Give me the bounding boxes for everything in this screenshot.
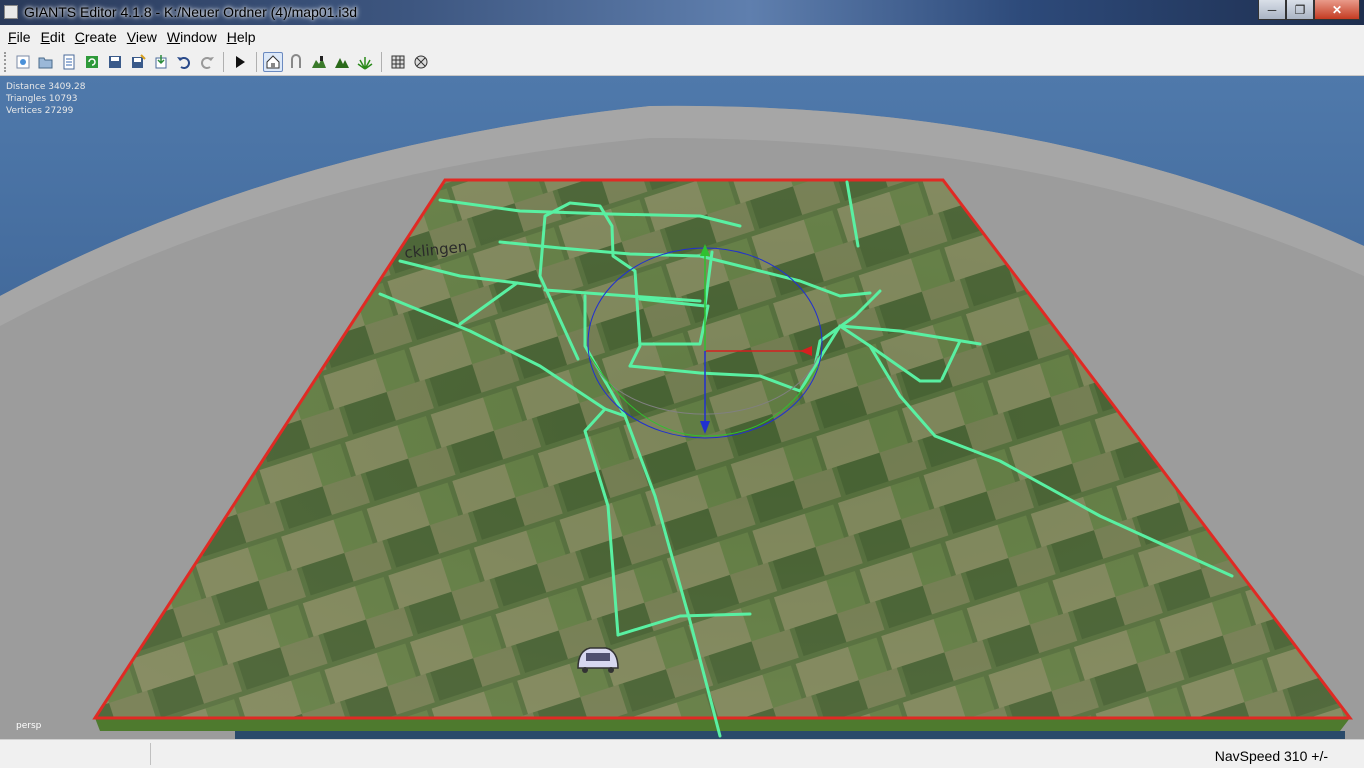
close-button[interactable]: ✕ (1314, 0, 1360, 20)
save-as-icon (132, 53, 146, 68)
camera-label: persp (16, 721, 42, 731)
menu-view-mnemonic: V (126, 28, 136, 45)
new-scene-button[interactable] (13, 52, 33, 72)
scene-render[interactable]: cklingen (0, 76, 1364, 739)
menu-bar: File Edit Create View Window Help (0, 25, 1364, 48)
minimize-button[interactable]: ─ (1258, 0, 1286, 20)
grid-icon (391, 55, 405, 68)
menu-file[interactable]: File (3, 29, 36, 45)
redo-icon (201, 56, 214, 69)
grid-button[interactable] (388, 52, 408, 72)
menu-create-mnemonic: C (74, 28, 85, 45)
minimize-icon: ─ (1267, 2, 1277, 17)
menu-create[interactable]: Create (70, 29, 122, 45)
snap-button[interactable] (411, 52, 431, 72)
undo-icon (177, 56, 190, 69)
toolbar-separator (256, 51, 257, 72)
toolbar-separator (381, 51, 382, 72)
triangles-stat: Triangles 10793 (6, 94, 78, 104)
properties-icon (63, 54, 75, 69)
menu-file-mnemonic: F (8, 28, 17, 45)
menu-help-label: elp (236, 28, 256, 45)
redo-button[interactable] (197, 52, 217, 72)
foliage-paint-icon (335, 57, 349, 68)
menu-edit[interactable]: Edit (36, 29, 70, 45)
menu-window-label: indow (180, 28, 217, 45)
3d-viewport[interactable]: cklingen Distance 3409.28 Triangles 1079… (0, 76, 1364, 739)
select-mode-button[interactable] (263, 51, 283, 72)
viewport-stats: Distance 3409.28 Triangles 10793 Vertice… (6, 81, 85, 117)
terrain-paint-icon (312, 55, 326, 68)
open-icon (38, 57, 53, 68)
play-icon (236, 55, 245, 68)
menu-help-mnemonic: H (226, 28, 237, 45)
maximize-button[interactable]: ❐ (1286, 0, 1314, 20)
import-icon (155, 54, 167, 68)
save-as-button[interactable] (128, 52, 148, 72)
open-button[interactable] (36, 52, 56, 72)
import-button[interactable] (151, 52, 171, 72)
menu-window[interactable]: Window (162, 29, 222, 45)
grass-paint-icon (357, 56, 373, 70)
app-icon (4, 5, 18, 19)
vertices-stat: Vertices 27299 (6, 106, 74, 116)
save-icon (109, 55, 121, 68)
toolbar-grip[interactable] (4, 51, 8, 72)
select-mode-icon (266, 54, 280, 68)
menu-create-label: reate (84, 28, 117, 45)
terrain-sculpt-icon (291, 53, 301, 68)
save-button[interactable] (105, 52, 125, 72)
window-controls: ─ ❐ ✕ (1258, 0, 1360, 21)
menu-file-label: ile (16, 28, 31, 45)
toolbar (0, 48, 1364, 76)
terrain-paint-button[interactable] (309, 52, 329, 72)
status-bar: NavSpeed 310 +/- (0, 739, 1364, 768)
navspeed-indicator: NavSpeed 310 +/- (1214, 748, 1328, 764)
toolbar-separator (223, 51, 224, 72)
terrain-bottom-edge (235, 731, 1345, 739)
menu-view-label: iew (135, 28, 157, 45)
undo-button[interactable] (174, 52, 194, 72)
window-title: GIANTS Editor 4.1.8 - K:/Neuer Ordner (4… (24, 4, 358, 20)
new-scene-icon (16, 55, 30, 68)
menu-window-mnemonic: W (166, 28, 181, 45)
menu-edit-label: dit (49, 28, 65, 45)
restore-icon: ❐ (1294, 2, 1306, 17)
properties-button[interactable] (59, 52, 79, 72)
terrain-sculpt-button[interactable] (286, 52, 306, 72)
menu-edit-mnemonic: E (40, 28, 50, 45)
status-divider (150, 743, 151, 765)
foliage-paint-button[interactable] (332, 52, 352, 72)
play-button[interactable] (230, 52, 250, 72)
refresh-button[interactable] (82, 52, 102, 72)
distance-stat: Distance 3409.28 (6, 82, 86, 92)
menu-view[interactable]: View (122, 29, 162, 45)
terrain-side (95, 718, 1350, 731)
grass-paint-button[interactable] (355, 52, 375, 72)
refresh-icon (86, 55, 98, 68)
snap-icon (414, 55, 428, 68)
title-bar: GIANTS Editor 4.1.8 - K:/Neuer Ordner (4… (0, 0, 1364, 25)
close-icon: ✕ (1331, 2, 1343, 17)
menu-help[interactable]: Help (222, 29, 261, 45)
